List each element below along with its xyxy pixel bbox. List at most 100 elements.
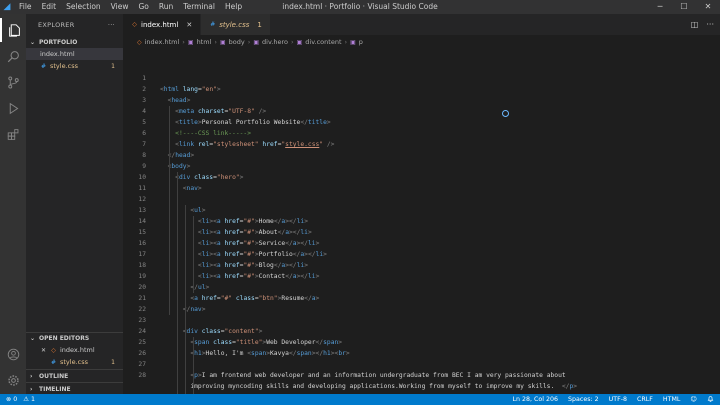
code-line[interactable]: 25 <span class="title">Web Developer</sp… [123, 337, 720, 348]
code-line[interactable]: 22 </nav> [123, 304, 720, 315]
line-number: 6 [142, 130, 146, 137]
code-line[interactable]: 27 [123, 359, 720, 370]
menu-item-file[interactable]: File [14, 0, 37, 14]
problem-count-badge: 1 [111, 358, 115, 366]
code-line[interactable]: 23 [123, 315, 720, 326]
code-line[interactable]: 1 [123, 73, 720, 84]
tab-style-css[interactable]: # style.css 1 [201, 14, 271, 35]
menu-item-run[interactable]: Run [154, 0, 178, 14]
extensions-icon[interactable] [0, 122, 26, 146]
line-number: 16 [138, 240, 146, 247]
code-line[interactable]: 6 <!----CSS link-----> [123, 128, 720, 139]
menu-item-selection[interactable]: Selection [61, 0, 106, 14]
folder-portfolio[interactable]: ⌄ PORTFOLIO [26, 36, 123, 48]
line-text: <ul> [190, 207, 206, 214]
open-editor-style-css[interactable]: # style.css 1 [26, 356, 123, 368]
open-editors-header[interactable]: ⌄ OPEN EDITORS [26, 332, 123, 344]
indentation[interactable]: Spaces: 2 [568, 396, 599, 403]
breadcrumb-item[interactable]: html [197, 38, 212, 46]
code-line[interactable]: 14 <li><a href="#">Home</a></li> [123, 216, 720, 227]
code-line[interactable]: 16 <li><a href="#">Service</a></li> [123, 238, 720, 249]
cursor-position[interactable]: Ln 28, Col 206 [512, 396, 558, 403]
tab-index-html[interactable]: ◇ index.html ✕ [123, 14, 202, 35]
close-window-button[interactable]: ✕ [696, 0, 720, 14]
code-line[interactable]: 9 <body> [123, 161, 720, 172]
code-line[interactable]: 2 <html lang="en"> [123, 84, 720, 95]
line-number: 22 [138, 306, 146, 313]
code-line[interactable]: 7 <link rel="stylesheet" href="style.css… [123, 139, 720, 150]
code-line[interactable]: improving myncoding skills and developin… [123, 381, 720, 392]
code-line[interactable]: 28 <p>I am frontend web developer and an… [123, 370, 720, 381]
line-number: 28 [138, 372, 146, 379]
code-line[interactable]: 10 <div class="hero"> [123, 172, 720, 183]
chevron-down-icon: ⌄ [30, 335, 36, 342]
line-number: 24 [138, 328, 146, 335]
vscode-logo-icon: ◢ [3, 2, 11, 12]
line-number: 19 [138, 273, 146, 280]
element-icon: ▣ [350, 38, 356, 46]
search-icon[interactable] [0, 44, 26, 68]
more-actions-icon[interactable]: ··· [706, 20, 714, 29]
open-editor-index-html[interactable]: ✕ ◇ index.html [26, 344, 123, 356]
code-line[interactable]: 24 <div class="content"> [123, 326, 720, 337]
code-line[interactable]: 26 <h1>Hello, I'm <span>Kavya</span></h1… [123, 348, 720, 359]
file-item-style-css[interactable]: # style.css 1 [26, 60, 123, 72]
file-name: style.css [60, 358, 88, 366]
bell-icon[interactable] [707, 395, 714, 404]
more-actions-icon[interactable]: ··· [108, 21, 115, 29]
line-number: 20 [138, 284, 146, 291]
file-name: index.html [40, 50, 75, 58]
code-line[interactable]: 8 </head> [123, 150, 720, 161]
outline-section[interactable]: › OUTLINE [26, 369, 123, 382]
line-number: 3 [142, 97, 146, 104]
code-line[interactable]: 3 <head> [123, 95, 720, 106]
line-number: 5 [142, 119, 146, 126]
menu-item-edit[interactable]: Edit [37, 0, 62, 14]
warnings-indicator[interactable]: ⚠ 1 [23, 396, 35, 403]
editor-area: ◇ index.html ✕ # style.css 1 ◫ ··· ◇ inde… [123, 14, 720, 405]
language-mode[interactable]: HTML [663, 396, 681, 403]
status-bar: ⊗ 0 ⚠ 1 Ln 28, Col 206 Spaces: 2 UTF-8 C… [0, 394, 720, 405]
breadcrumb-item[interactable]: body [229, 38, 245, 46]
source-control-icon[interactable] [0, 70, 26, 94]
code-line[interactable]: 15 <li><a href="#">About</a></li> [123, 227, 720, 238]
code-line[interactable]: 18 <li><a href="#">Blog</a></li> [123, 260, 720, 271]
breadcrumb-item[interactable]: div.content [305, 38, 341, 46]
css-file-icon: # [40, 62, 47, 70]
breadcrumb-item[interactable]: div.hero [262, 38, 288, 46]
split-editor-icon[interactable]: ◫ [691, 20, 699, 29]
menu-item-go[interactable]: Go [133, 0, 153, 14]
code-line[interactable]: 21 <a href="#" class="btn">Resume</a> [123, 293, 720, 304]
close-icon[interactable]: ✕ [186, 21, 192, 29]
menu-item-terminal[interactable]: Terminal [178, 0, 220, 14]
feedback-icon[interactable]: ☺ [690, 396, 697, 403]
breadcrumb-item[interactable]: index.html [145, 38, 180, 46]
code-line[interactable]: 13 <ul> [123, 205, 720, 216]
maximize-button[interactable]: ☐ [672, 0, 696, 14]
folder-name: PORTFOLIO [39, 38, 78, 46]
code-editor[interactable]: 1 2 <html lang="en"> 3 <head> 4 <meta charse… [123, 60, 720, 405]
menu-item-view[interactable]: View [106, 0, 134, 14]
explorer-icon[interactable] [0, 18, 26, 42]
line-ending[interactable]: CRLF [637, 396, 653, 403]
code-line[interactable]: 5 <title>Personal Portfolio Website</tit… [123, 117, 720, 128]
code-line[interactable]: 4 <meta charset="UTF-8" /> [123, 106, 720, 117]
account-icon[interactable] [0, 342, 26, 366]
errors-indicator[interactable]: ⊗ 0 [6, 396, 17, 403]
encoding[interactable]: UTF-8 [609, 396, 627, 403]
code-line[interactable]: 11 <nav> [123, 183, 720, 194]
title-bar: ◢ File Edit Selection View Go Run Terminal Help… [0, 0, 720, 14]
line-number: 21 [138, 295, 146, 302]
code-line[interactable]: 12 [123, 194, 720, 205]
code-line[interactable]: 19 <li><a href="#">Contact</a></li> [123, 271, 720, 282]
close-icon[interactable]: ✕ [40, 347, 47, 354]
indent-guide [193, 216, 194, 293]
code-line[interactable]: 20 </ul> [123, 282, 720, 293]
run-debug-icon[interactable] [0, 96, 26, 120]
minimize-button[interactable]: ─ [648, 0, 672, 14]
breadcrumb-item[interactable]: p [359, 38, 363, 46]
gear-icon[interactable] [0, 368, 26, 392]
menu-item-help[interactable]: Help [220, 0, 247, 14]
file-item-index-html[interactable]: index.html [26, 48, 123, 60]
code-line[interactable]: 17 <li><a href="#">Portfolio</a></li> [123, 249, 720, 260]
